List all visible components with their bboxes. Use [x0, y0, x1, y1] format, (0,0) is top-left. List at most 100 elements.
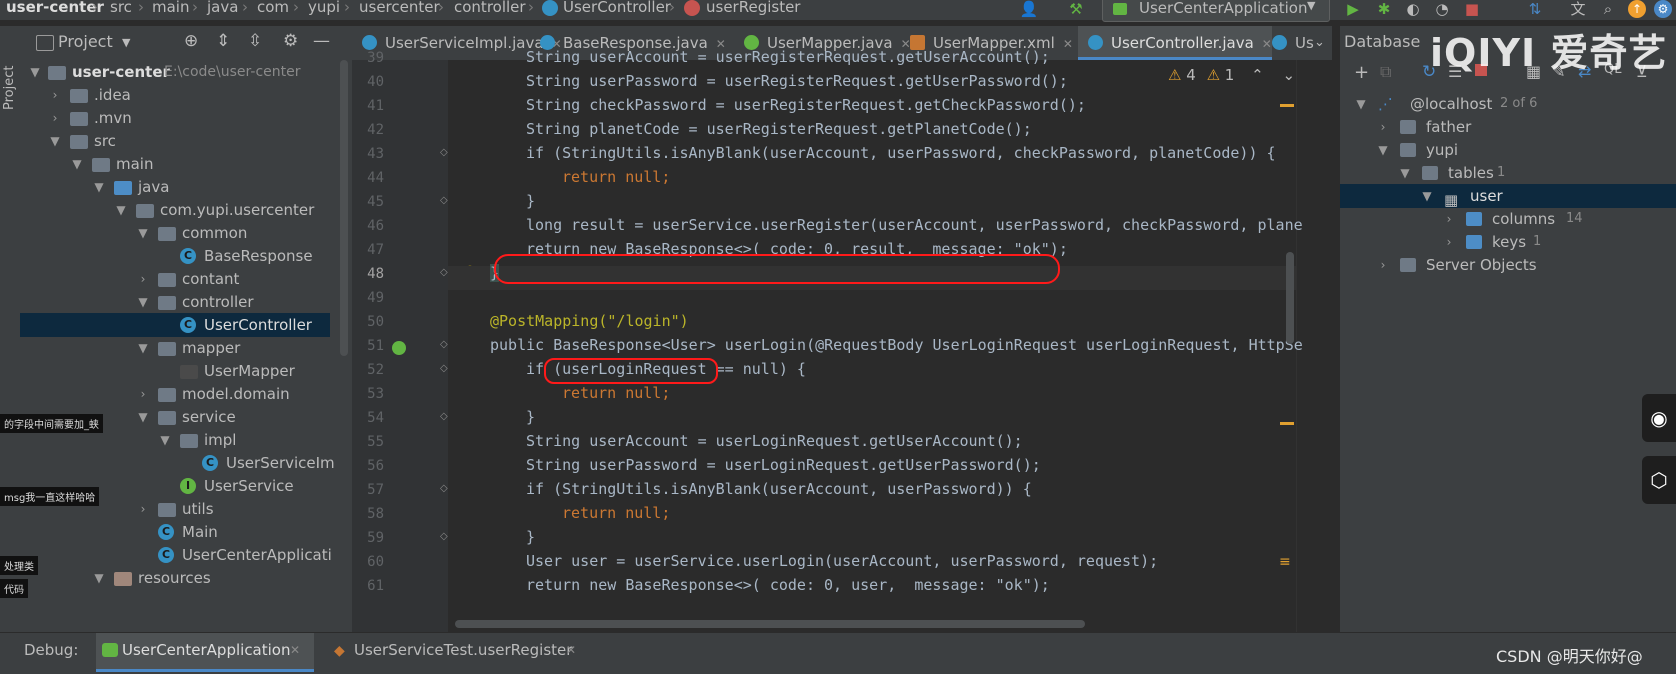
source-folder-icon — [114, 181, 132, 195]
fold-marker-icon[interactable]: ◇ — [440, 195, 448, 206]
folder-icon — [1400, 258, 1416, 272]
close-icon[interactable]: ✕ — [566, 643, 576, 657]
tree-item-package[interactable]: ▼ com.yupi.usercenter — [20, 198, 350, 222]
tree-item-mvn[interactable]: › .mvn — [20, 106, 350, 130]
tree-item-usercenterapplication[interactable]: C UserCenterApplicati — [20, 543, 350, 567]
line-number: 39 — [367, 50, 384, 66]
breadcrumb-method[interactable]: userRegister — [706, 0, 800, 16]
db-tree-label: @localhost — [1410, 95, 1493, 113]
debug-tab-test[interactable]: ◆ UserServiceTest.userRegister ✕ — [326, 633, 588, 669]
breadcrumb-yupi[interactable]: yupi — [308, 0, 340, 16]
folder-icon — [70, 89, 88, 103]
warning-marker[interactable] — [1280, 104, 1294, 107]
project-scrollbar[interactable] — [340, 60, 348, 356]
translate-icon[interactable]: 文 — [1568, 0, 1588, 18]
locate-icon[interactable]: ⊕ — [184, 31, 198, 51]
collapse-all-icon[interactable]: ⇳ — [248, 31, 262, 51]
tree-item-usercontroller[interactable]: C UserController — [20, 313, 330, 337]
breadcrumb-com[interactable]: com — [257, 0, 289, 16]
fold-marker-icon[interactable]: ◇ — [440, 411, 448, 422]
search-icon[interactable]: ⌕ — [1598, 0, 1618, 18]
tree-item-java[interactable]: ▼ java — [20, 175, 350, 199]
hide-panel-icon[interactable]: — — [313, 31, 330, 51]
tree-item-mapper[interactable]: ▼ mapper — [20, 336, 350, 360]
editor-h-scrollbar[interactable] — [455, 620, 1085, 628]
tab-label: UserController.java — [1111, 34, 1254, 52]
fold-marker-icon[interactable]: ◇ — [440, 363, 448, 374]
breadcrumb-project[interactable]: user-center — [6, 0, 104, 16]
tree-item-idea[interactable]: › .idea — [20, 83, 350, 107]
stop-icon[interactable]: ■ — [1462, 0, 1482, 18]
editor-v-scrollbar[interactable] — [1286, 252, 1294, 344]
inspection-widget[interactable]: ⚠ 4 ⚠ 1 ⌃ ⌄ — [1168, 66, 1295, 84]
vcs-icon[interactable]: ⇅ — [1525, 0, 1545, 18]
code-line: return new BaseResponse<>( code: 0, user… — [526, 576, 1050, 594]
tree-item-main-class[interactable]: C Main — [20, 520, 350, 544]
copy-icon[interactable]: ⧉ — [1380, 62, 1391, 82]
close-icon[interactable]: ✕ — [1063, 37, 1073, 51]
gear-icon[interactable]: ⚙ — [283, 31, 298, 51]
tree-item-userserviceimpl[interactable]: C UserServiceIm — [20, 451, 350, 475]
breadcrumb-src[interactable]: src — [110, 0, 132, 16]
tree-item-user-center[interactable]: ▼ user-center E:\code\user-center — [20, 60, 350, 84]
fold-marker-icon[interactable]: ◇ — [440, 531, 448, 542]
code-line: String userAccount = userRegisterRequest… — [526, 48, 1050, 66]
folder-icon — [70, 135, 88, 149]
code-line: return null; — [562, 168, 671, 186]
project-panel-title[interactable]: Project — [58, 32, 113, 51]
fold-marker-icon[interactable]: ◇ — [440, 147, 448, 158]
tree-item-resources[interactable]: ▼ resources — [20, 566, 350, 590]
tree-item-controller[interactable]: ▼ controller — [20, 290, 350, 314]
breadcrumb-java[interactable]: java — [207, 0, 238, 16]
db-tree-user[interactable]: ▼ ▦ user — [1340, 184, 1676, 209]
tree-item-contant[interactable]: › contant — [20, 267, 350, 291]
tree-item-model-domain[interactable]: › model.domain — [20, 382, 350, 406]
chevron-down-icon[interactable]: ⌄ — [1282, 66, 1295, 84]
tree-item-src[interactable]: ▼ src — [20, 129, 350, 153]
fold-marker-icon[interactable]: ◇ — [440, 483, 448, 494]
breadcrumb-main[interactable]: main — [152, 0, 189, 16]
project-strip-label[interactable]: Project — [2, 40, 18, 110]
breadcrumb-class[interactable]: UserController — [563, 0, 671, 16]
tab-overflow[interactable]: Us — [1262, 26, 1314, 60]
profile-icon[interactable]: ◔ — [1432, 0, 1452, 18]
code-line: public BaseResponse<User> userLogin(@Req… — [490, 336, 1303, 354]
tree-item-main[interactable]: ▼ main — [20, 152, 350, 176]
camera-icon[interactable]: ◉ — [1642, 394, 1676, 442]
database-panel-title[interactable]: Database — [1344, 32, 1420, 51]
tree-item-baseresponse[interactable]: C BaseResponse — [20, 244, 350, 268]
package-icon — [158, 227, 176, 241]
chevron-down-icon[interactable]: ⌄ — [1314, 35, 1325, 50]
fold-marker-icon[interactable]: ◇ — [440, 339, 448, 350]
update-icon[interactable]: ↑ — [1628, 0, 1646, 18]
line-number: 47 — [367, 242, 384, 258]
settings-icon[interactable]: ⚙ — [1654, 0, 1672, 18]
close-icon[interactable]: ✕ — [290, 643, 300, 657]
tree-item-label: UserController — [204, 316, 312, 334]
expand-all-icon[interactable]: ⇕ — [216, 31, 230, 51]
tree-item-usermapper[interactable]: UserMapper — [20, 359, 350, 383]
fold-marker-icon[interactable]: ◇ — [440, 267, 448, 278]
tab-usercontroller[interactable]: UserController.java ✕ — [1078, 26, 1272, 60]
debug-icon[interactable]: ✱ — [1374, 0, 1394, 18]
package-icon — [158, 296, 176, 310]
add-icon[interactable]: + — [1354, 62, 1369, 83]
settings-hex-icon[interactable]: ⬡ — [1642, 456, 1676, 504]
debug-bar: Debug: UserCenterApplication ✕ ◆ UserSer… — [0, 632, 1676, 674]
chevron-up-icon[interactable]: ⌃ — [1251, 66, 1264, 84]
run-config-selector[interactable]: UserCenterApplication ▼ — [1102, 0, 1330, 22]
web-endpoint-icon[interactable] — [392, 341, 406, 355]
chevron-down-icon[interactable]: ▼ — [122, 36, 130, 49]
debug-tab-app[interactable]: UserCenterApplication ✕ — [96, 633, 314, 672]
breadcrumb-controller[interactable]: controller — [454, 0, 526, 16]
warning-marker-icon[interactable]: ≡ — [1279, 555, 1295, 569]
build-hammer-icon[interactable]: ⚒ — [1064, 0, 1088, 18]
user-icon[interactable]: 👤 — [1017, 0, 1041, 18]
warning-marker[interactable] — [1280, 422, 1294, 425]
breadcrumb-usercenter[interactable]: usercenter — [359, 0, 440, 16]
code-line: String checkPassword = userRegisterReque… — [526, 96, 1086, 114]
datasource-icon: ⋰ — [1378, 95, 1393, 113]
tree-item-common[interactable]: ▼ common — [20, 221, 350, 245]
coverage-icon[interactable]: ◐ — [1403, 0, 1423, 18]
run-icon[interactable]: ▶ — [1343, 0, 1363, 18]
